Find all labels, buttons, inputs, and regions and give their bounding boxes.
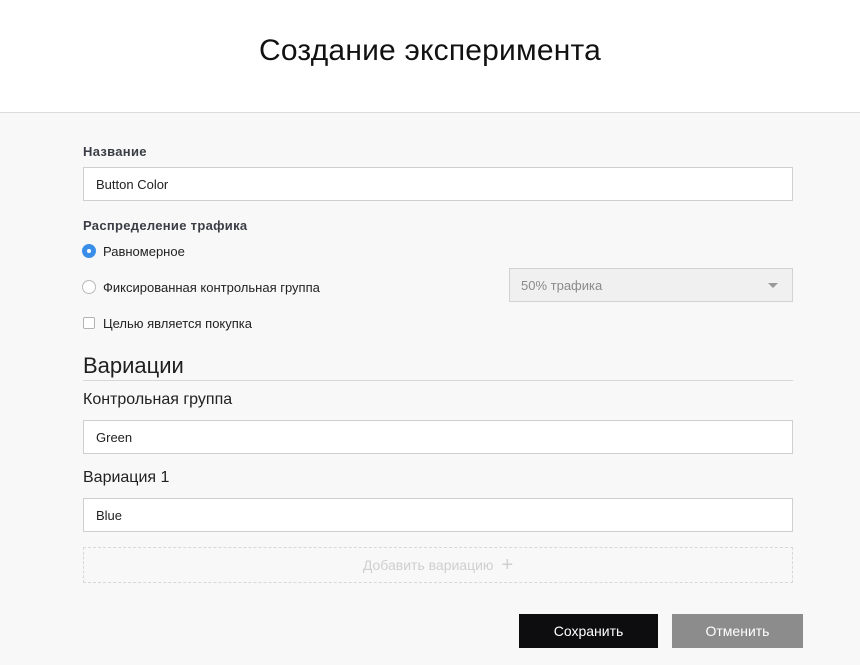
radio-fixed-control-group[interactable]: Фиксированная контрольная группа (82, 279, 320, 295)
radio-fixed-label: Фиксированная контрольная группа (103, 279, 320, 295)
cancel-button[interactable]: Отменить (672, 614, 803, 648)
radio-even-label: Равномерное (103, 243, 185, 259)
control-group-label: Контрольная группа (83, 391, 233, 408)
purchase-goal-checkbox-row[interactable]: Целью является покупка (83, 315, 252, 331)
variation-1-input[interactable] (83, 498, 793, 532)
add-variation-button[interactable]: Добавить вариацию + (83, 547, 793, 583)
modal-header: Создание эксперимента (0, 0, 860, 113)
radio-unchecked-icon[interactable] (82, 280, 96, 294)
traffic-percent-select[interactable]: 50% трафика (509, 268, 793, 302)
save-button[interactable]: Сохранить (519, 614, 658, 648)
traffic-percent-value: 50% трафика (521, 277, 603, 293)
purchase-goal-label: Целью является покупка (103, 315, 253, 331)
traffic-distribution-label: Распределение трафика (83, 218, 248, 233)
plus-icon: + (501, 554, 514, 576)
radio-checked-icon[interactable] (82, 244, 96, 258)
add-variation-label: Добавить вариацию (362, 557, 494, 573)
variation-1-label: Вариация 1 (83, 469, 170, 486)
purchase-goal-checkbox[interactable] (83, 317, 95, 329)
chevron-down-icon (768, 282, 778, 288)
control-group-input[interactable] (83, 420, 793, 454)
radio-even-distribution[interactable]: Равномерное (82, 243, 185, 259)
name-input[interactable] (83, 167, 793, 201)
name-label: Название (83, 144, 147, 159)
variations-section-title: Вариации (83, 353, 793, 381)
page-title: Создание эксперимента (259, 34, 601, 67)
